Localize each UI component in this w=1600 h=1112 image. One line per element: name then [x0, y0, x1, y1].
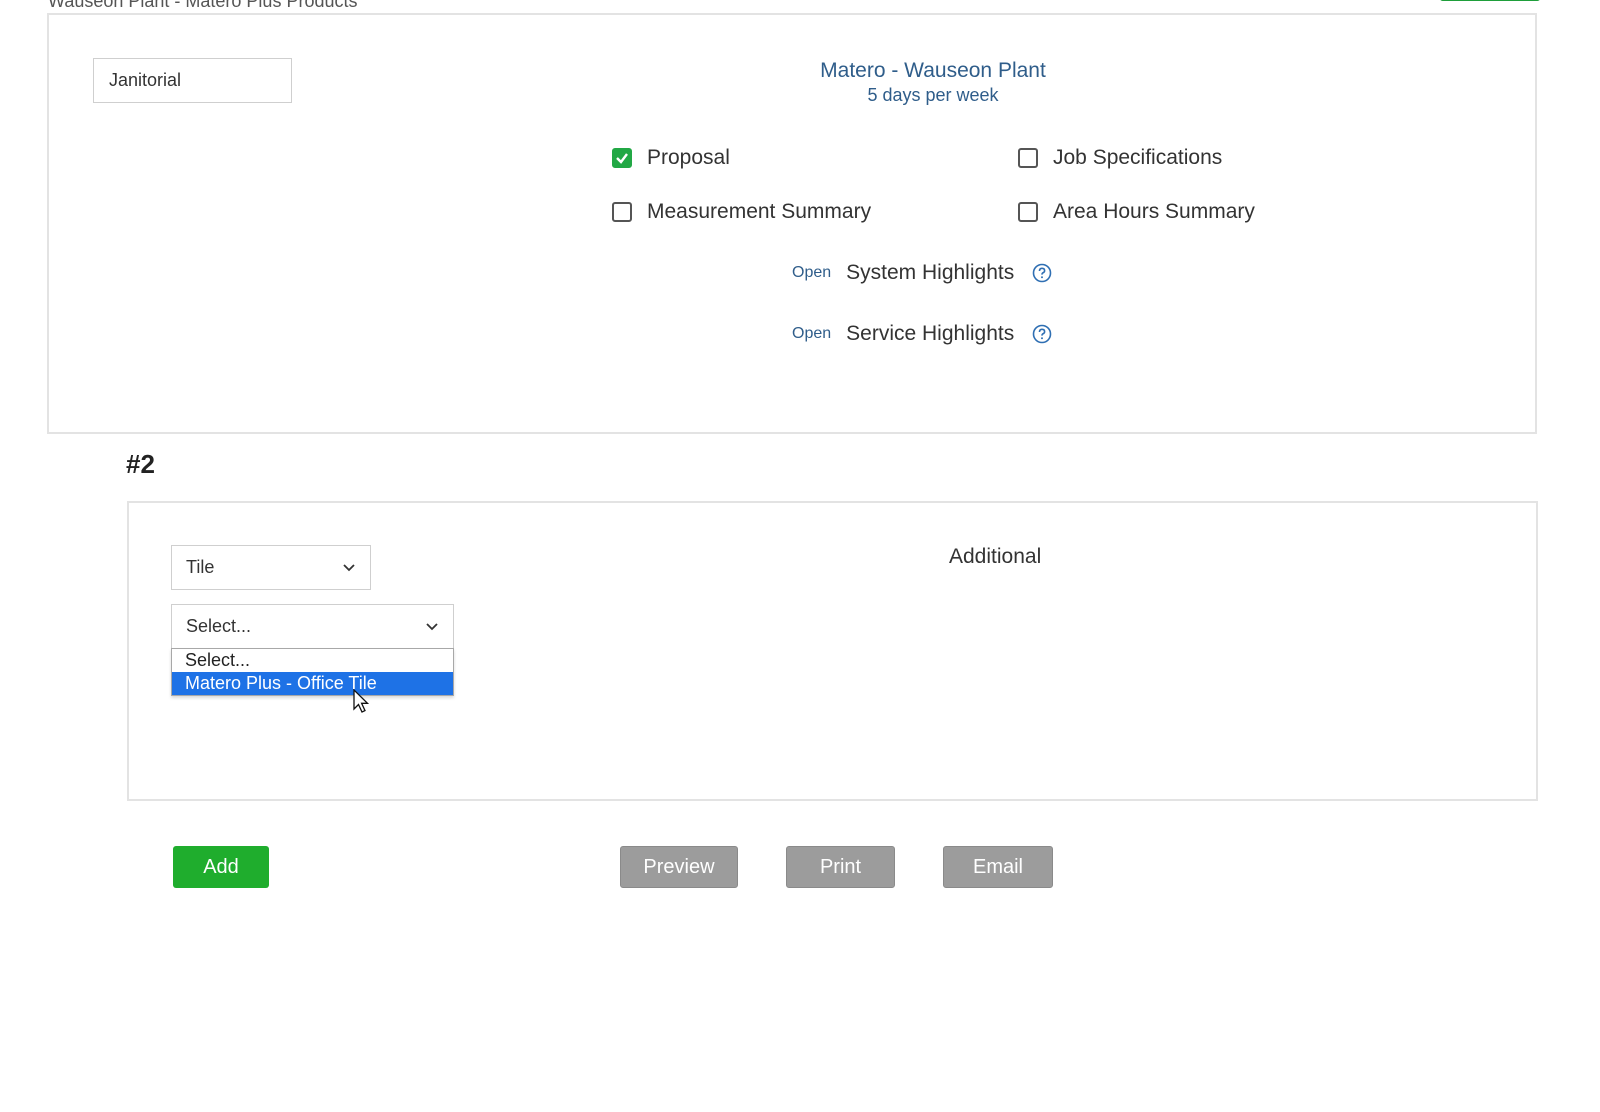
help-icon[interactable]	[1032, 324, 1052, 344]
system-highlights-label: System Highlights	[846, 261, 1015, 284]
select-value: Select...	[186, 616, 252, 636]
checkbox-unchecked-icon[interactable]	[1018, 202, 1038, 222]
checkbox-label: Proposal	[647, 146, 730, 169]
product-select[interactable]: Select...	[171, 604, 454, 649]
dropdown-option-select[interactable]: Select...	[172, 649, 453, 672]
checkbox-label: Measurement Summary	[647, 200, 872, 223]
add-button[interactable]: Add	[173, 846, 269, 888]
checkbox-area-hours-summary[interactable]: Area Hours Summary	[1018, 200, 1255, 224]
header-action-button[interactable]	[1440, 0, 1540, 1]
checkbox-measurement-summary[interactable]: Measurement Summary	[612, 200, 871, 224]
proposal-panel: Janitorial Matero - Wauseon Plant 5 days…	[47, 13, 1537, 434]
additional-label: Additional	[949, 545, 1042, 568]
select-value: Tile	[186, 557, 215, 577]
page: Wauseon Plant - Matero Plus Products Jan…	[0, 0, 1600, 1112]
location-title: Matero - Wauseon Plant	[820, 59, 1046, 82]
open-system-highlights-link[interactable]: Open	[792, 264, 831, 282]
preview-button[interactable]: Preview	[620, 846, 738, 888]
chevron-down-icon	[343, 563, 355, 571]
checkbox-proposal[interactable]: Proposal	[612, 146, 730, 170]
chevron-down-icon	[426, 622, 438, 630]
checkbox-unchecked-icon[interactable]	[1018, 148, 1038, 168]
mouse-pointer-icon	[353, 689, 370, 713]
checkbox-job-specifications[interactable]: Job Specifications	[1018, 146, 1222, 170]
print-button[interactable]: Print	[786, 846, 895, 888]
email-button[interactable]: Email	[943, 846, 1053, 888]
service-highlights-label: Service Highlights	[846, 322, 1015, 345]
schedule-text: 5 days per week	[867, 85, 999, 105]
checkbox-label: Area Hours Summary	[1053, 200, 1255, 223]
floor-type-select[interactable]: Tile	[171, 545, 371, 590]
dropdown-option-office-tile[interactable]: Matero Plus - Office Tile	[172, 672, 453, 695]
open-service-highlights-link[interactable]: Open	[792, 325, 831, 343]
service-highlights-row: Open Service Highlights	[792, 322, 1052, 346]
system-highlights-row: Open System Highlights	[792, 261, 1052, 285]
item-panel: Tile Select... Select... Matero Plus - O…	[127, 501, 1538, 801]
checkbox-unchecked-icon[interactable]	[612, 202, 632, 222]
product-dropdown-list: Select... Matero Plus - Office Tile	[171, 648, 454, 696]
page-header-title: Wauseon Plant - Matero Plus Products	[48, 0, 358, 11]
help-icon[interactable]	[1032, 263, 1052, 283]
service-type-field[interactable]: Janitorial	[93, 58, 292, 103]
section-number: #2	[126, 449, 155, 479]
checkbox-label: Job Specifications	[1053, 146, 1223, 169]
checkbox-checked-icon[interactable]	[612, 148, 632, 168]
